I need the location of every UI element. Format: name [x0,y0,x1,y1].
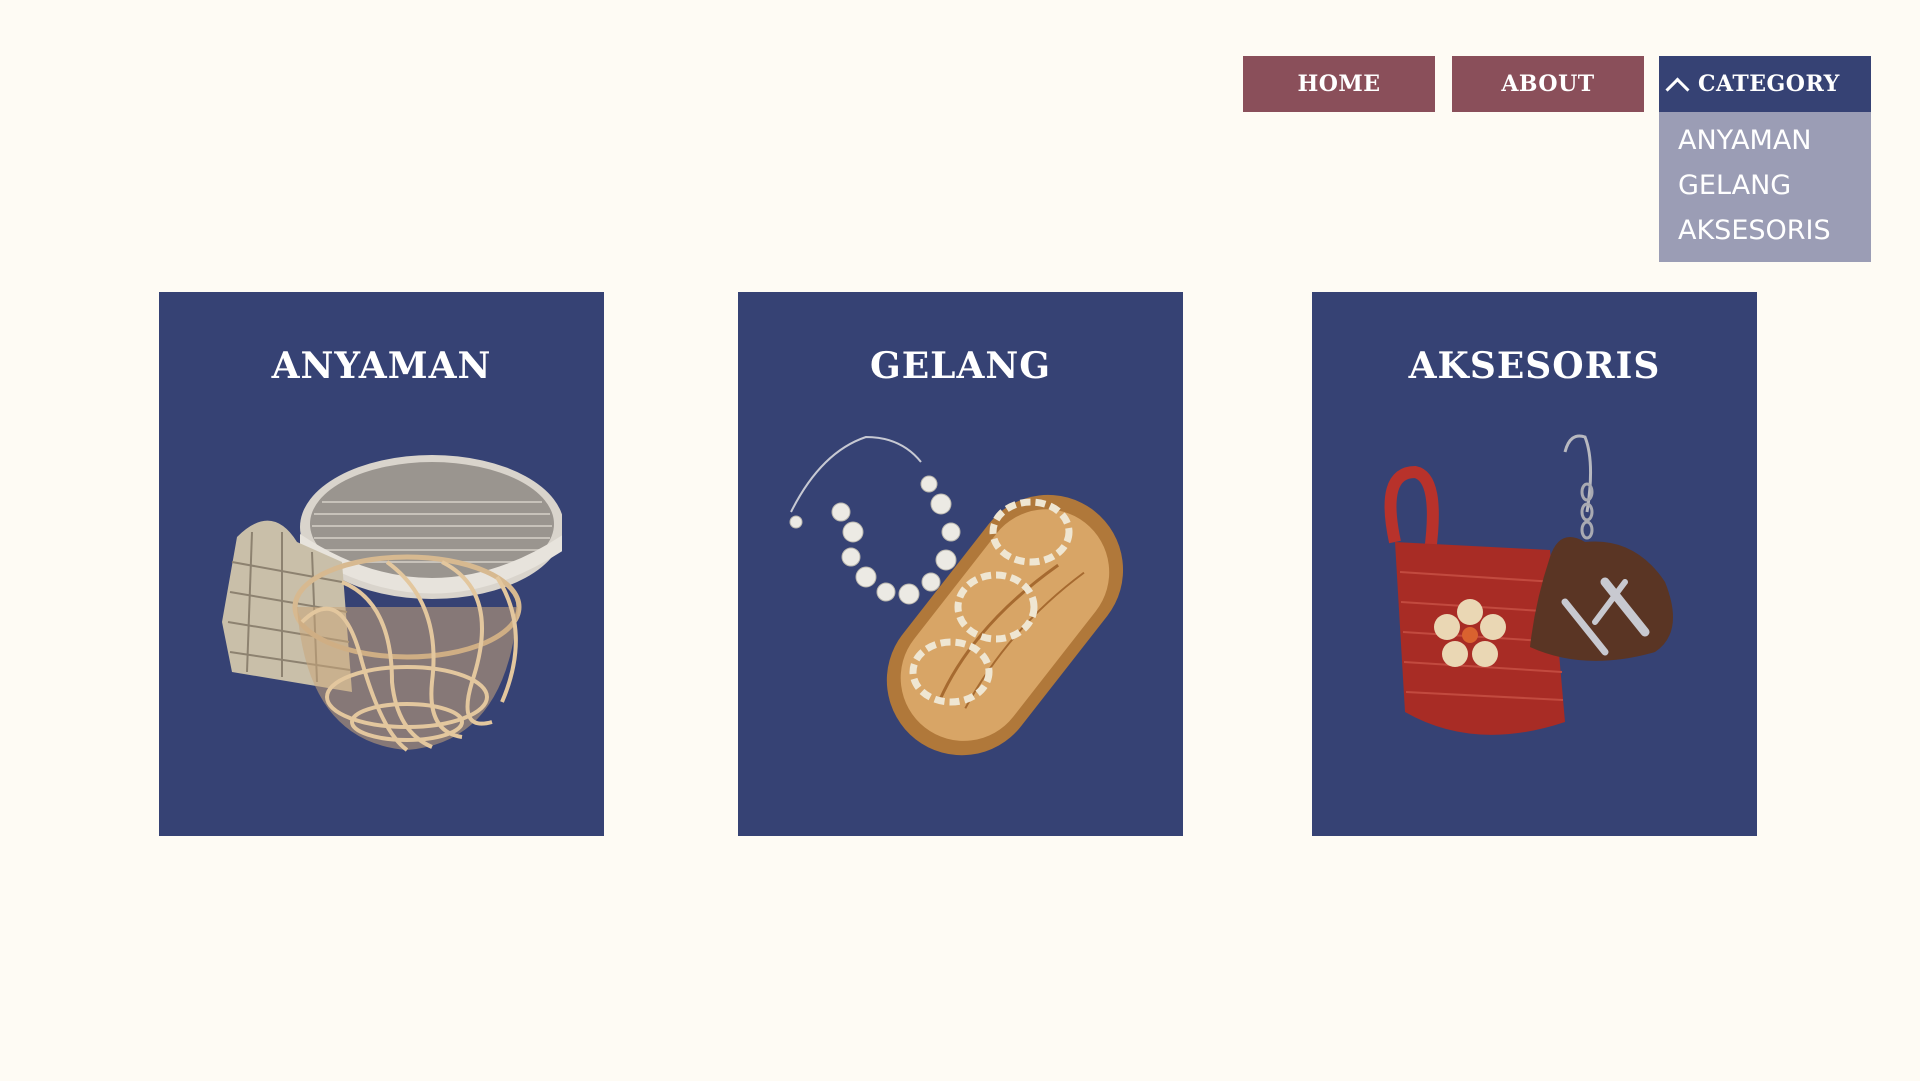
home-button[interactable]: HOME [1243,56,1435,112]
category-card-gelang[interactable]: GELANG [738,292,1183,836]
category-button-label: CATEGORY [1698,71,1840,97]
bracelets-image [789,435,1123,756]
home-button-label: HOME [1297,71,1381,97]
category-dropdown: ANYAMAN GELANG AKSESORIS [1659,112,1871,262]
card-title: AKSESORIS [1408,345,1661,387]
card-title: ANYAMAN [271,345,492,387]
chevron-up-icon [1665,76,1690,102]
category-card-anyaman[interactable]: ANYAMAN [159,292,604,836]
dropdown-item-aksesoris[interactable]: AKSESORIS [1659,208,1871,253]
accessories-image [1384,434,1673,735]
woven-baskets-image [221,455,562,752]
category-button[interactable]: CATEGORY [1659,56,1871,112]
about-button[interactable]: ABOUT [1452,56,1644,112]
card-title: GELANG [869,345,1052,387]
about-button-label: ABOUT [1501,71,1595,97]
category-card-aksesoris[interactable]: AKSESORIS [1312,292,1757,836]
dropdown-item-anyaman[interactable]: ANYAMAN [1659,118,1871,163]
dropdown-item-gelang[interactable]: GELANG [1659,163,1871,208]
